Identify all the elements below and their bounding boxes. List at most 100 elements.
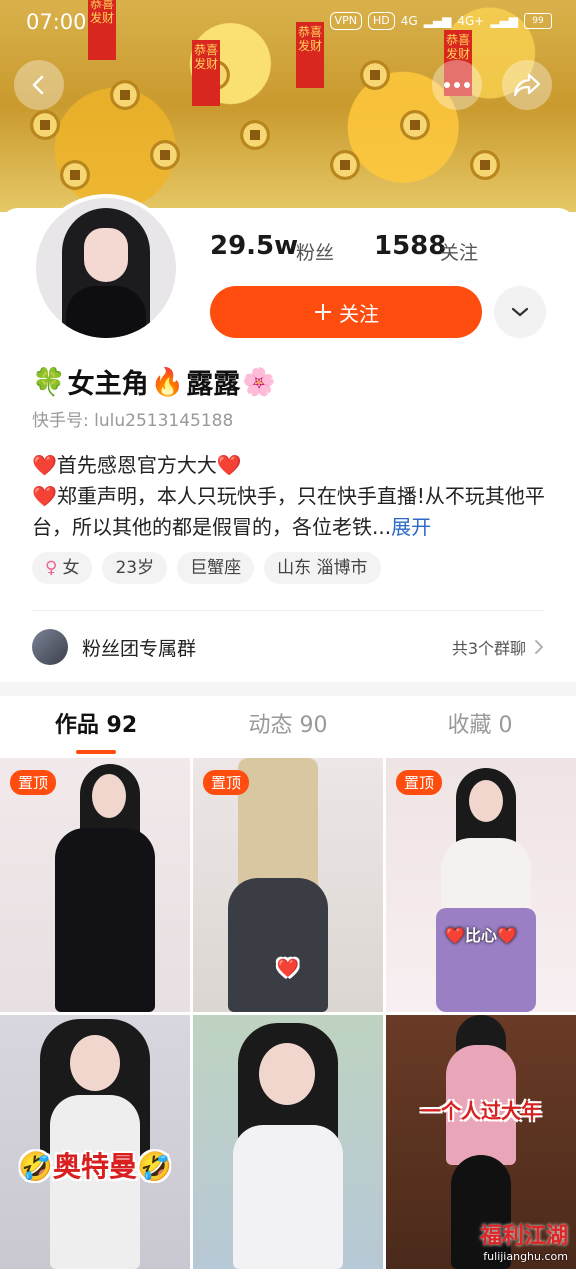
more-dots-icon bbox=[444, 82, 470, 88]
chevron-left-icon bbox=[32, 75, 44, 95]
pinned-badge: 置顶 bbox=[10, 770, 57, 795]
age-tag: 23岁 bbox=[102, 552, 168, 584]
section-gap bbox=[0, 682, 576, 696]
tab-favorites[interactable]: 收藏 0 bbox=[384, 700, 576, 756]
signal-label: 4G+ bbox=[457, 14, 485, 28]
chevron-down-icon bbox=[511, 307, 529, 317]
video-caption-text: 奥特曼 bbox=[52, 1150, 137, 1183]
video-tile[interactable]: ❤️ 置顶 bbox=[193, 758, 383, 1012]
heart-icon: ❤️ bbox=[32, 453, 57, 477]
figure-face bbox=[259, 1043, 315, 1105]
video-tile[interactable]: 一个人过大年 福利江湖 fulijianghu.com bbox=[386, 1015, 576, 1269]
clover-icon: 🍀 bbox=[32, 366, 66, 398]
expand-link[interactable]: 展开 bbox=[391, 515, 431, 539]
coin-decoration bbox=[150, 140, 180, 170]
plus-icon bbox=[315, 304, 331, 320]
heart-icon: ❤️ bbox=[497, 926, 517, 945]
status-bar: 07:00 VPN HD 4G ▂▄▆ 4G+ ▂▄▆ 99 bbox=[0, 0, 576, 44]
video-grid: 置顶 ❤️ 置顶 ❤️比心❤️ 置顶 🤣奥特曼🤣 一个人过大年 福利江湖 ful… bbox=[0, 758, 576, 1269]
chevron-right-icon bbox=[535, 640, 543, 654]
follow-button[interactable]: 关注 bbox=[210, 286, 482, 338]
figure-face bbox=[70, 1035, 120, 1091]
video-caption: ❤️比心❤️ bbox=[386, 922, 576, 946]
figure-body bbox=[233, 1125, 343, 1269]
bio-line: ❤️郑重声明，本人只玩快手，只在快手直播!从不玩其他平台，所以其他的都是假冒的，… bbox=[32, 481, 552, 543]
avatar-face bbox=[84, 228, 128, 282]
bio-line-text: 郑重声明，本人只玩快手，只在快手直播!从不玩其他平台，所以其他的都是假冒的，各位… bbox=[32, 484, 545, 539]
video-tile[interactable]: 置顶 bbox=[0, 758, 190, 1012]
coin-decoration bbox=[110, 80, 140, 110]
following-count[interactable]: 1588 bbox=[374, 231, 446, 261]
banner-red-tag: 恭喜发财 bbox=[192, 40, 220, 106]
fire-icon: 🔥 bbox=[150, 366, 185, 398]
coin-decoration bbox=[240, 120, 270, 150]
bio[interactable]: ❤️首先感恩官方大大❤️ ❤️郑重声明，本人只玩快手，只在快手直播!从不玩其他平… bbox=[32, 450, 552, 543]
share-button[interactable] bbox=[502, 60, 552, 110]
hd-badge: HD bbox=[367, 12, 395, 30]
laughing-emoji-icon: 🤣 bbox=[137, 1150, 172, 1183]
heart-icon: ❤️ bbox=[216, 453, 242, 477]
group-count: 共3个群聊 bbox=[451, 639, 526, 658]
pinned-badge: 置顶 bbox=[396, 770, 443, 795]
coin-decoration bbox=[360, 60, 390, 90]
signal-icon: ▂▄▆ bbox=[423, 14, 452, 28]
watermark: 福利江湖 fulijianghu.com bbox=[480, 1218, 568, 1263]
following-label[interactable]: 关注 bbox=[440, 238, 478, 265]
bio-line: ❤️首先感恩官方大大❤️ bbox=[32, 450, 552, 481]
tab-moments[interactable]: 动态 90 bbox=[192, 700, 384, 756]
video-tile[interactable]: ❤️比心❤️ 置顶 bbox=[386, 758, 576, 1012]
figure-body bbox=[55, 828, 155, 1012]
coin-decoration bbox=[60, 160, 90, 190]
coin-decoration bbox=[400, 110, 430, 140]
video-tile[interactable]: 🤣奥特曼🤣 bbox=[0, 1015, 190, 1269]
tab-works[interactable]: 作品 92 bbox=[0, 700, 192, 756]
laughing-emoji-icon: 🤣 bbox=[18, 1150, 53, 1183]
fan-group-row[interactable]: 粉丝团专属群 共3个群聊 bbox=[32, 624, 544, 670]
female-icon: ♀ bbox=[45, 558, 58, 578]
figure-face bbox=[469, 780, 503, 822]
heart-icon: ❤️ bbox=[445, 926, 465, 945]
vpn-badge: VPN bbox=[329, 12, 362, 30]
fans-label[interactable]: 粉丝 bbox=[296, 238, 334, 265]
heart-icon: ❤️ bbox=[276, 958, 300, 979]
battery-icon: 99 bbox=[524, 13, 552, 29]
group-avatar bbox=[32, 629, 68, 665]
profile-name: 🍀 女主角 🔥 露露 🌸 bbox=[32, 362, 276, 401]
blossom-icon: 🌸 bbox=[242, 366, 276, 398]
video-caption: 🤣奥特曼🤣 bbox=[0, 1145, 190, 1185]
content-tabs: 作品 92 动态 90 收藏 0 bbox=[0, 700, 576, 756]
status-time: 07:00 bbox=[26, 10, 87, 34]
share-arrow-icon bbox=[513, 73, 541, 97]
profile-name-text: 女主角 bbox=[67, 369, 149, 400]
gender-tag: ♀ 女 bbox=[32, 552, 93, 584]
signal-label: 4G bbox=[400, 14, 418, 28]
user-id[interactable]: 快手号: lulu2513145188 bbox=[32, 406, 233, 431]
profile-name-suffix: 露露 bbox=[186, 369, 241, 400]
watermark-sub: fulijianghu.com bbox=[483, 1250, 568, 1263]
coin-decoration bbox=[470, 150, 500, 180]
avatar[interactable] bbox=[32, 194, 180, 342]
coin-decoration bbox=[30, 110, 60, 140]
video-tile[interactable] bbox=[193, 1015, 383, 1269]
signal-icon: ▂▄▆ bbox=[490, 14, 518, 28]
tag-label: 女 bbox=[62, 558, 80, 578]
fans-count[interactable]: 29.5w bbox=[210, 231, 298, 261]
pinned-badge: 置顶 bbox=[203, 770, 250, 795]
figure-face bbox=[92, 774, 126, 818]
bio-line-text: 首先感恩官方大大 bbox=[56, 453, 217, 477]
figure-body bbox=[228, 878, 328, 1012]
group-title: 粉丝团专属群 bbox=[82, 637, 197, 660]
status-icons: VPN HD 4G ▂▄▆ 4G+ ▂▄▆ 99 bbox=[329, 12, 552, 30]
video-caption: 一个人过大年 bbox=[421, 1099, 541, 1123]
heart-icon: ❤️ bbox=[32, 484, 57, 508]
video-caption-text: 比心 bbox=[464, 926, 497, 945]
dropdown-button[interactable] bbox=[494, 286, 546, 338]
avatar-body bbox=[66, 286, 146, 338]
watermark-main: 福利江湖 bbox=[479, 1224, 568, 1249]
profile-tags: ♀ 女 23岁 巨蟹座 山东 淄博市 bbox=[32, 552, 381, 584]
divider bbox=[32, 610, 544, 611]
zodiac-tag: 巨蟹座 bbox=[177, 552, 255, 584]
back-button[interactable] bbox=[14, 60, 64, 110]
more-button[interactable] bbox=[432, 60, 482, 110]
coin-decoration bbox=[330, 150, 360, 180]
